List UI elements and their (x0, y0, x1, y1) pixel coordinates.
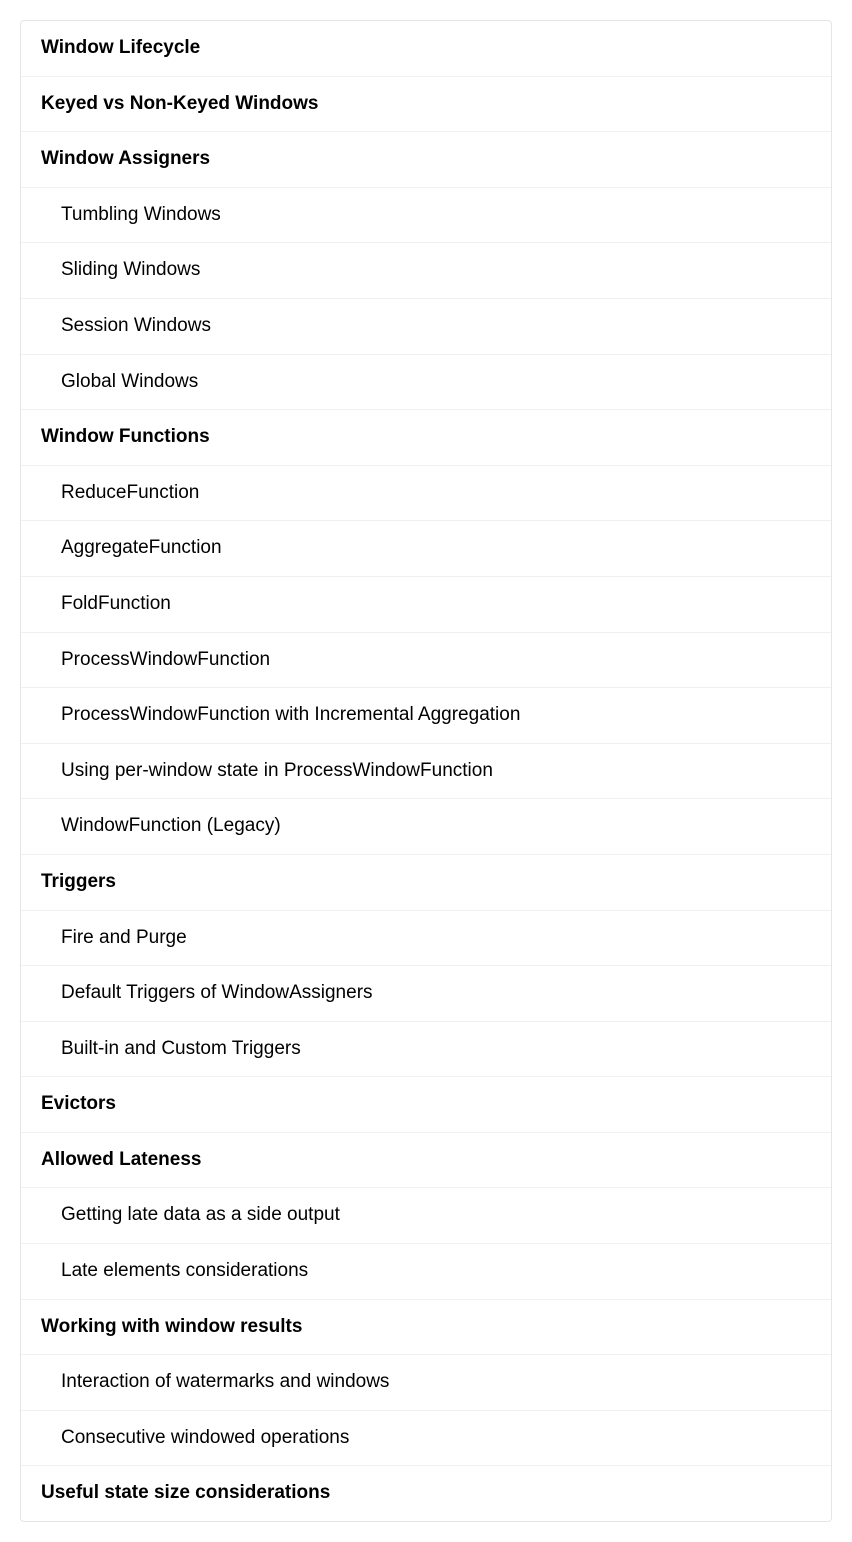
toc-item[interactable]: ReduceFunction (21, 466, 831, 522)
toc-item-label: AggregateFunction (61, 537, 222, 558)
toc-item-label: Session Windows (61, 315, 211, 336)
toc-item[interactable]: Consecutive windowed operations (21, 1411, 831, 1467)
toc-item[interactable]: Window Assigners (21, 132, 831, 188)
toc-item[interactable]: ProcessWindowFunction with Incremental A… (21, 688, 831, 744)
toc-item[interactable]: Allowed Lateness (21, 1133, 831, 1189)
toc-item[interactable]: Tumbling Windows (21, 188, 831, 244)
toc-item-label: Default Triggers of WindowAssigners (61, 982, 373, 1003)
toc-item[interactable]: Window Functions (21, 410, 831, 466)
toc-item-label: Useful state size considerations (41, 1482, 330, 1503)
toc-item-label: Global Windows (61, 371, 198, 392)
toc-item-label: Fire and Purge (61, 927, 187, 948)
toc-item-label: Consecutive windowed operations (61, 1427, 349, 1448)
toc-item-label: FoldFunction (61, 593, 171, 614)
toc-item-label: Interaction of watermarks and windows (61, 1371, 389, 1392)
toc-item-label: Sliding Windows (61, 259, 200, 280)
toc-item-label: Triggers (41, 871, 116, 892)
toc-item-label: Tumbling Windows (61, 204, 221, 225)
toc-item[interactable]: FoldFunction (21, 577, 831, 633)
toc-item-label: Keyed vs Non-Keyed Windows (41, 93, 319, 114)
toc-item-label: Built-in and Custom Triggers (61, 1038, 301, 1059)
toc-item[interactable]: Default Triggers of WindowAssigners (21, 966, 831, 1022)
toc-item-label: Late elements considerations (61, 1260, 308, 1281)
toc-item[interactable]: Triggers (21, 855, 831, 911)
toc-item[interactable]: Sliding Windows (21, 243, 831, 299)
toc-item[interactable]: AggregateFunction (21, 521, 831, 577)
table-of-contents: Window Lifecycle Keyed vs Non-Keyed Wind… (20, 20, 832, 1522)
toc-item-label: ReduceFunction (61, 482, 199, 503)
toc-item[interactable]: Window Lifecycle (21, 21, 831, 77)
toc-item[interactable]: Useful state size considerations (21, 1466, 831, 1521)
toc-item-label: ProcessWindowFunction (61, 649, 270, 670)
toc-item[interactable]: WindowFunction (Legacy) (21, 799, 831, 855)
toc-item-label: Getting late data as a side output (61, 1204, 340, 1225)
toc-item-label: ProcessWindowFunction with Incremental A… (61, 704, 520, 725)
toc-item[interactable]: Fire and Purge (21, 911, 831, 967)
toc-item-label: Evictors (41, 1093, 116, 1114)
toc-item-label: Using per-window state in ProcessWindowF… (61, 760, 493, 781)
toc-item-label: Window Lifecycle (41, 37, 200, 58)
toc-item-label: Working with window results (41, 1316, 302, 1337)
toc-item[interactable]: Evictors (21, 1077, 831, 1133)
toc-item[interactable]: Late elements considerations (21, 1244, 831, 1300)
toc-item[interactable]: Interaction of watermarks and windows (21, 1355, 831, 1411)
toc-item[interactable]: Built-in and Custom Triggers (21, 1022, 831, 1078)
toc-item[interactable]: Session Windows (21, 299, 831, 355)
toc-item[interactable]: Global Windows (21, 355, 831, 411)
toc-item-label: Window Assigners (41, 148, 210, 169)
toc-item[interactable]: Working with window results (21, 1300, 831, 1356)
toc-item[interactable]: Keyed vs Non-Keyed Windows (21, 77, 831, 133)
toc-item-label: WindowFunction (Legacy) (61, 815, 281, 836)
toc-item-label: Allowed Lateness (41, 1149, 202, 1170)
toc-item[interactable]: ProcessWindowFunction (21, 633, 831, 689)
toc-item-label: Window Functions (41, 426, 210, 447)
toc-item[interactable]: Getting late data as a side output (21, 1188, 831, 1244)
toc-item[interactable]: Using per-window state in ProcessWindowF… (21, 744, 831, 800)
